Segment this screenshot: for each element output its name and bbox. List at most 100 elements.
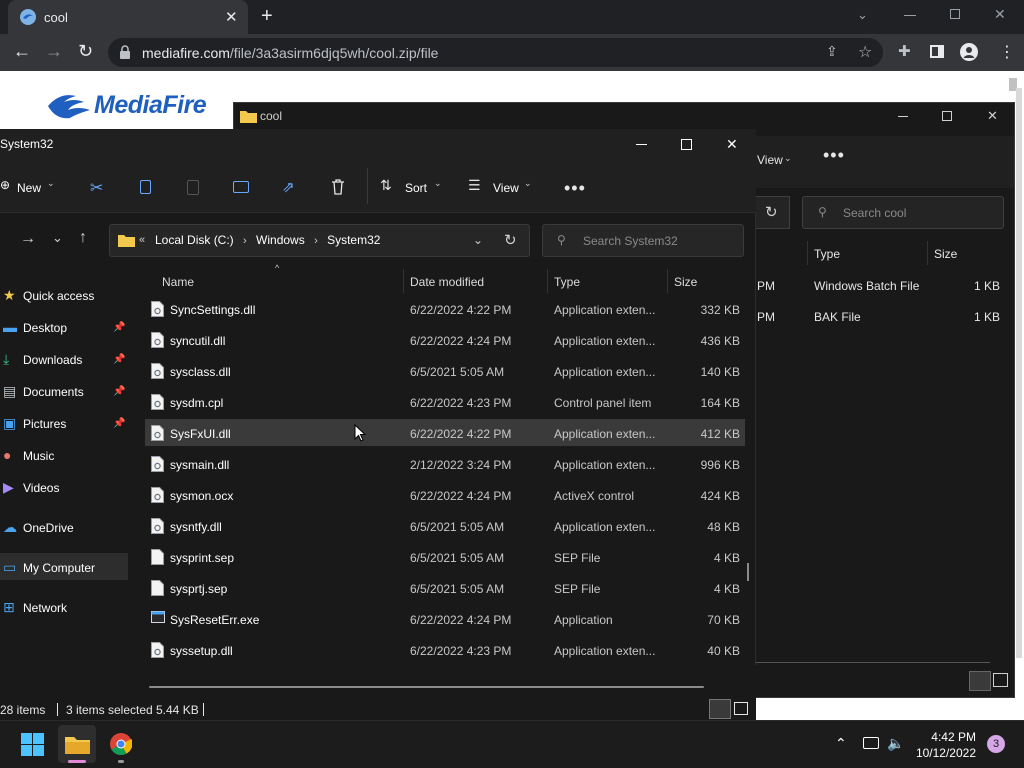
extensions-icon[interactable]: ✚ [898,42,911,60]
nav-item-my-computer[interactable]: ▭ My Computer [0,557,128,581]
cool-close-icon[interactable]: ✕ [987,108,998,124]
cool-search-placeholder[interactable]: Search cool [843,206,906,220]
cool-minimize-icon[interactable] [898,116,908,117]
copy-icon[interactable] [140,180,151,194]
clock-date[interactable]: 10/12/2022 [910,746,976,760]
display-icon[interactable] [863,737,879,749]
address-history-chevron-icon[interactable]: ⌄ [473,233,483,247]
details-view-icon[interactable] [969,671,991,691]
refresh-icon[interactable]: ↻ [765,203,778,221]
breadcrumb-windows[interactable]: Windows [256,233,305,247]
cool-column-size[interactable]: Size [934,247,957,261]
system32-titlebar[interactable] [0,129,756,161]
delete-icon[interactable] [331,179,345,195]
column-header-date[interactable]: Date modified [410,275,484,289]
volume-icon[interactable]: 🔈 [887,735,904,752]
browser-restore-icon[interactable] [950,9,960,19]
file-name: sysntfy.dll [170,520,222,534]
column-separator[interactable] [927,241,928,265]
pin-icon[interactable]: 📌 [113,418,125,429]
horizontal-scrollbar[interactable] [149,686,704,688]
nav-item-documents[interactable]: ▤ Documents 📌 [0,381,128,405]
bookmark-star-icon[interactable]: ☆ [858,42,872,62]
large-icons-view-icon[interactable] [993,673,1008,687]
more-options-icon[interactable]: ••• [564,178,586,199]
rename-icon[interactable] [233,181,249,193]
close-icon[interactable]: ✕ [726,136,738,153]
tab-close-icon[interactable]: ✕ [225,8,238,26]
vertical-scrollbar-thumb[interactable] [747,563,749,581]
search-placeholder[interactable]: Search System32 [583,234,678,248]
nav-item-videos[interactable]: ▶ Videos [0,477,128,501]
pin-icon[interactable]: 📌 [113,386,125,397]
view-button[interactable]: ☰ View ⌄ [468,176,534,198]
new-button[interactable]: ⊕ New ⌄ [0,176,62,198]
forward-nav-icon[interactable]: → [20,230,36,248]
minimize-icon[interactable] [636,144,647,145]
large-icons-view-icon[interactable] [734,702,748,715]
cool-column-type[interactable]: Type [814,247,840,261]
chevron-right-icon[interactable]: › [243,235,247,247]
pin-icon[interactable]: 📌 [113,322,125,333]
cool-row-date[interactable]: PM [757,279,775,293]
recent-locations-chevron-icon[interactable]: ⌄ [52,230,63,246]
column-separator[interactable] [547,269,548,293]
paste-icon[interactable] [187,180,199,195]
tab-search-chevron-icon[interactable]: ⌄ [857,7,868,23]
cool-row-type[interactable]: BAK File [814,310,861,324]
tray-overflow-chevron-icon[interactable]: ⌃ [835,735,847,752]
reload-icon[interactable]: ↻ [78,41,93,62]
nav-item-desktop[interactable]: ▬ Desktop 📌 [0,317,128,341]
forward-icon[interactable]: → [45,41,63,62]
page-scrollbar[interactable] [1016,88,1022,658]
browser-minimize-icon[interactable] [904,15,916,16]
breadcrumb-overflow-icon[interactable]: « [139,234,145,246]
nav-item-downloads[interactable]: ⤓ Downloads 📌 [0,349,128,373]
url-text[interactable]: mediafire.com/file/3a3asirm6djq5wh/cool.… [142,45,438,61]
mediafire-logo[interactable]: MediaFire [94,91,207,120]
refresh-icon[interactable]: ↻ [504,231,517,249]
start-button-icon[interactable] [21,733,44,756]
lock-icon[interactable] [119,45,131,59]
pin-icon[interactable]: 📌 [113,354,125,365]
more-options-icon[interactable]: ••• [823,145,845,166]
notification-badge[interactable]: 3 [987,735,1005,753]
browser-menu-icon[interactable]: ⋮ [999,42,1015,62]
clock-time[interactable]: 4:42 PM [910,730,976,744]
cool-horizontal-scrollbar[interactable] [756,662,990,663]
side-panel-icon[interactable] [930,45,944,58]
cool-maximize-icon[interactable] [942,111,952,121]
share-icon[interactable]: ⇗ [282,178,295,196]
column-separator[interactable] [807,241,808,265]
breadcrumb-system32[interactable]: System32 [327,233,380,247]
chrome-icon[interactable] [110,733,132,755]
cool-view-button[interactable]: View [757,153,783,167]
column-header-name[interactable]: Name [162,275,194,289]
column-header-type[interactable]: Type [554,275,580,289]
nav-item-music[interactable]: ● Music [0,445,128,469]
column-separator[interactable] [403,269,404,293]
nav-item-network[interactable]: ⊞ Network [0,597,128,621]
sort-button[interactable]: ⇅ Sort ⌄ [380,176,442,198]
chevron-right-icon[interactable]: › [314,235,318,247]
details-view-icon[interactable] [709,699,731,719]
cool-row-date[interactable]: PM [757,310,775,324]
nav-item-pictures[interactable]: ▣ Pictures 📌 [0,413,128,437]
nav-item-onedrive[interactable]: ☁ OneDrive [0,517,128,541]
share-icon[interactable]: ⇪ [826,43,838,60]
nav-item-quick-access[interactable]: ★ Quick access [0,285,128,309]
cool-row-type[interactable]: Windows Batch File [814,279,919,293]
cut-icon[interactable]: ✂ [90,178,103,198]
column-header-size[interactable]: Size [674,275,697,289]
browser-close-icon[interactable]: ✕ [994,6,1006,23]
maximize-icon[interactable] [681,139,692,150]
mediafire-logo-flame-icon[interactable] [46,92,94,120]
cool-row-size[interactable]: 1 KB [960,310,1000,324]
new-tab-icon[interactable]: + [261,5,273,28]
breadcrumb-local-disk[interactable]: Local Disk (C:) [155,233,234,247]
up-folder-icon[interactable]: ↑ [79,229,87,247]
back-icon[interactable]: ← [13,41,31,62]
column-separator[interactable] [667,269,668,293]
profile-icon[interactable] [960,43,978,61]
cool-row-size[interactable]: 1 KB [960,279,1000,293]
